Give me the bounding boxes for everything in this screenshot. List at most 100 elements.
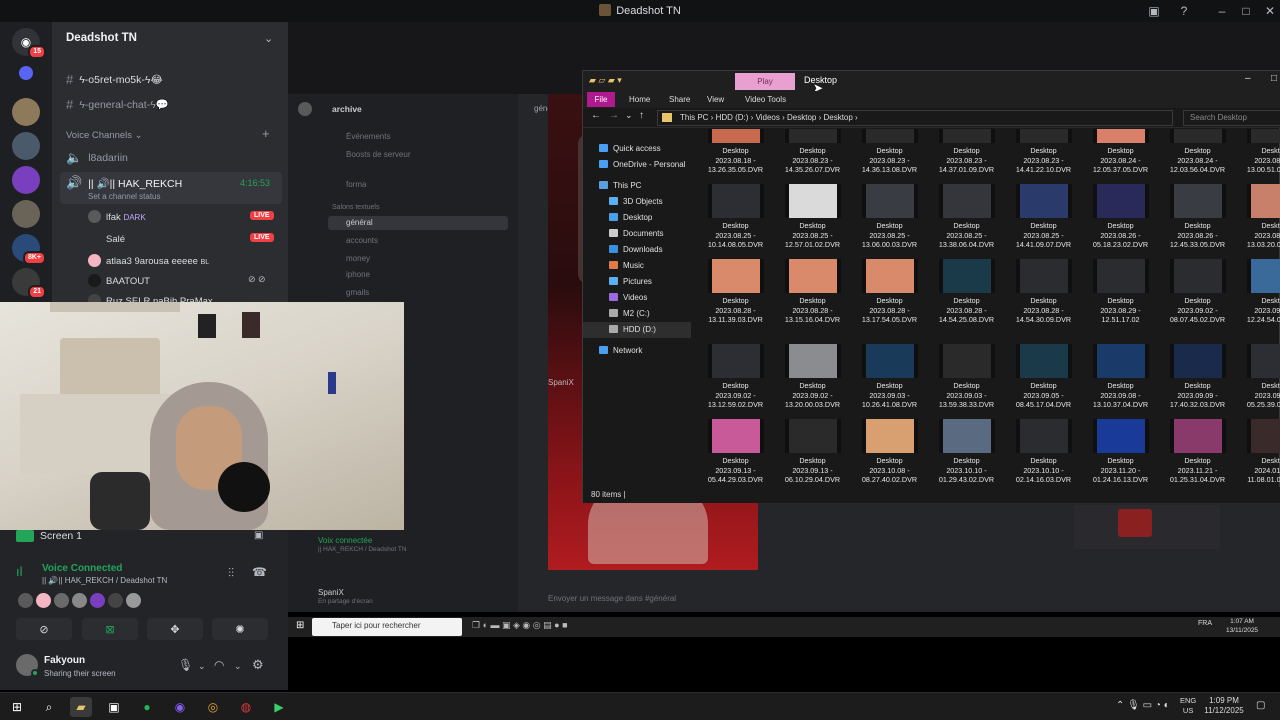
- file-item[interactable]: Desktop 2023.08.25 - 14.41.09.07.DVR: [1005, 184, 1082, 259]
- channel-status[interactable]: Set a channel status: [88, 192, 161, 201]
- windows-start-icon[interactable]: ⊞: [6, 697, 28, 717]
- voice-category[interactable]: Voice Channels ⌄: [66, 130, 143, 141]
- explorer-titlebar[interactable]: ▰ ▱ ▰ ▾ Play Desktop ➤ – □: [583, 71, 1280, 95]
- tab-video-tools[interactable]: Video Tools: [745, 95, 786, 104]
- nav-item-music[interactable]: Music: [583, 258, 691, 274]
- nav-item-videos[interactable]: Videos: [583, 290, 691, 306]
- nav-item-hdd-d[interactable]: HDD (D:): [583, 322, 691, 338]
- search-icon[interactable]: ⌕: [38, 697, 60, 717]
- file-item[interactable]: Desktop2023.08.24 - 13.00.51.06.DVR: [1236, 129, 1280, 184]
- file-item[interactable]: Desktop 2023.08.28 - 13.11.39.03.DVR: [697, 259, 774, 334]
- add-channel-icon[interactable]: +: [262, 126, 270, 141]
- file-item[interactable]: Desktop 2023.10.10 - 01.29.43.02.DVR: [928, 419, 1005, 487]
- close-button[interactable]: ✕: [1262, 3, 1278, 19]
- back-icon[interactable]: ←: [591, 110, 601, 121]
- tab-file[interactable]: File: [587, 92, 615, 107]
- file-item[interactable]: Desktop 2023.08.28 - 14.54.25.08.DVR: [928, 259, 1005, 334]
- file-item[interactable]: Desktop 2023.09.09 - 17.40.32.03.DVR: [1159, 344, 1236, 419]
- nav-item-quick-access[interactable]: Quick access: [583, 141, 691, 157]
- nav-item-onedrive-personal[interactable]: OneDrive - Personal: [583, 157, 691, 173]
- server-name[interactable]: Deadshot TN: [66, 32, 137, 44]
- file-explorer-window[interactable]: ▰ ▱ ▰ ▾ Play Desktop ➤ – □ File Home Sha…: [582, 70, 1280, 503]
- nav-item-desktop[interactable]: Desktop: [583, 210, 691, 226]
- file-item[interactable]: Desktop 2023.08.28 - 14.54.30.09.DVR: [1005, 259, 1082, 334]
- settings-gear-icon[interactable]: ⚙: [252, 657, 264, 673]
- file-item[interactable]: Desktop 2023.08.18 - 13.26.35.05.DVR: [697, 129, 774, 184]
- username[interactable]: Fakyoun: [44, 655, 85, 666]
- maximize-button[interactable]: □: [1238, 3, 1254, 19]
- nav-item-documents[interactable]: Documents: [583, 226, 691, 242]
- file-item[interactable]: Desktop2023.09.02 - 12.24.54.04.DVR: [1236, 259, 1280, 334]
- breadcrumb-item[interactable]: HDD (D:): [716, 113, 749, 122]
- file-item[interactable]: Desktop 2023.09.08 - 13.10.37.04.DVR: [1082, 344, 1159, 419]
- server-icon[interactable]: [12, 166, 40, 194]
- address-bar[interactable]: This PC › HDD (D:) › Videos › Desktop › …: [657, 110, 1173, 126]
- nav-item-this-pc[interactable]: This PC: [583, 178, 691, 194]
- file-item[interactable]: Desktop 2023.08.28 - 13.17.54.05.DVR: [851, 259, 928, 334]
- forward-icon[interactable]: →: [609, 110, 619, 121]
- server-icon[interactable]: [12, 98, 40, 126]
- voice-channel[interactable]: 🔈 l8adariin: [66, 150, 128, 166]
- server-icon[interactable]: 8K+: [12, 234, 46, 265]
- file-item[interactable]: Desktop 2023.10.08 - 08.27.40.02.DVR: [851, 419, 928, 487]
- server-icon[interactable]: [12, 132, 40, 160]
- minimize-button[interactable]: –: [1214, 3, 1230, 19]
- file-item[interactable]: Desktop 2023.08.29 - 12.51.17.02: [1082, 259, 1159, 334]
- file-item[interactable]: Desktop 2023.08.25 - 13.06.00.03.DVR: [851, 184, 928, 259]
- file-item[interactable]: Desktop 2023.09.02 - 08.07.45.02.DVR: [1159, 259, 1236, 334]
- nav-item-m2-c[interactable]: M2 (C:): [583, 306, 691, 322]
- file-item[interactable]: Desktop 2023.09.02 - 13.20.00.03.DVR: [774, 344, 851, 419]
- nav-item-pictures[interactable]: Pictures: [583, 274, 691, 290]
- language-indicator[interactable]: ENG US: [1180, 696, 1196, 716]
- avatar[interactable]: [54, 593, 69, 608]
- chevron-down-icon[interactable]: ⌄: [198, 661, 206, 672]
- file-item[interactable]: Desktop 2023.08.23 - 14.35.26.07.DVR: [774, 129, 851, 184]
- recent-icon[interactable]: ⌄: [625, 110, 633, 121]
- search-field[interactable]: Search Desktop: [1183, 110, 1280, 126]
- file-item[interactable]: Desktop 2023.09.13 - 05.44.29.03.DVR: [697, 419, 774, 487]
- minimize-button[interactable]: –: [1245, 73, 1251, 84]
- soundboard-button[interactable]: ✺: [212, 618, 268, 640]
- file-item[interactable]: Desktop 2023.09.03 - 10.26.41.08.DVR: [851, 344, 928, 419]
- notification-icon[interactable]: ▢: [1256, 700, 1265, 711]
- tray-icons[interactable]: ⌃ 🎙 ▭ ◔ ◐: [1116, 700, 1170, 711]
- store-icon[interactable]: ▣: [103, 697, 125, 717]
- noise-suppression-icon[interactable]: ⫶⫶: [228, 566, 234, 581]
- avatar[interactable]: [90, 593, 105, 608]
- file-item[interactable]: Desktop 2023.11.21 - 01.25.31.04.DVR: [1159, 419, 1236, 487]
- avatar[interactable]: [108, 593, 123, 608]
- avatar[interactable]: [126, 593, 141, 608]
- folder-icon[interactable]: [19, 66, 33, 80]
- tab-view[interactable]: View: [707, 95, 724, 104]
- discord-icon[interactable]: ◉: [169, 697, 191, 717]
- file-item[interactable]: Desktop 2023.09.13 - 06.10.29.04.DVR: [774, 419, 851, 487]
- spotify-icon[interactable]: ●: [136, 697, 158, 717]
- breadcrumb-item[interactable]: Desktop: [787, 113, 816, 122]
- maximize-button[interactable]: □: [1271, 73, 1277, 84]
- tab-share[interactable]: Share: [669, 95, 690, 104]
- headphones-icon[interactable]: ◠: [214, 658, 224, 672]
- voice-channel-active[interactable]: 🔊 || 🔊|| HAK_REKCH: [66, 175, 182, 191]
- file-item[interactable]: Desktop 2023.08.25 - 12.57.01.02.DVR: [774, 184, 851, 259]
- file-item[interactable]: Desktop 2023.10.10 - 02.14.16.03.DVR: [1005, 419, 1082, 487]
- play-context-tab[interactable]: Play: [735, 73, 795, 90]
- file-item[interactable]: Desktop 2023.08.23 - 14.36.13.08.DVR: [851, 129, 928, 184]
- avatar[interactable]: [18, 593, 33, 608]
- avatar[interactable]: [72, 593, 87, 608]
- file-item[interactable]: Desktop2023.09.11 - 05.25.39.04.DVR: [1236, 344, 1280, 419]
- file-item[interactable]: Desktop2023.08.28 - 13.03.20.02.DVR: [1236, 184, 1280, 259]
- voice-user[interactable]: lfak DARK: [88, 210, 146, 223]
- file-item[interactable]: Desktop 2023.09.03 - 13.59.38.33.DVR: [928, 344, 1005, 419]
- file-item[interactable]: Desktop 2023.11.20 - 01.24.16.13.DVR: [1082, 419, 1159, 487]
- activities-button[interactable]: ✥: [147, 618, 203, 640]
- server-icon[interactable]: 21: [12, 268, 46, 299]
- file-explorer-icon[interactable]: ▰: [70, 697, 92, 717]
- voice-user[interactable]: BAATOUT: [88, 274, 150, 287]
- microphone-icon[interactable]: 🎙: [178, 658, 193, 672]
- text-channel[interactable]: # ϟ-o5ret-mo5k-ϟ😂: [66, 72, 163, 87]
- chevron-down-icon[interactable]: ⌄: [234, 661, 242, 672]
- file-item[interactable]: Desktop 2023.08.23 - 14.41.22.10.DVR: [1005, 129, 1082, 184]
- server-icon[interactable]: [12, 200, 40, 228]
- file-item[interactable]: Desktop 2023.08.25 - 10.14.08.05.DVR: [697, 184, 774, 259]
- file-item[interactable]: Desktop 2023.09.02 - 13.12.59.02.DVR: [697, 344, 774, 419]
